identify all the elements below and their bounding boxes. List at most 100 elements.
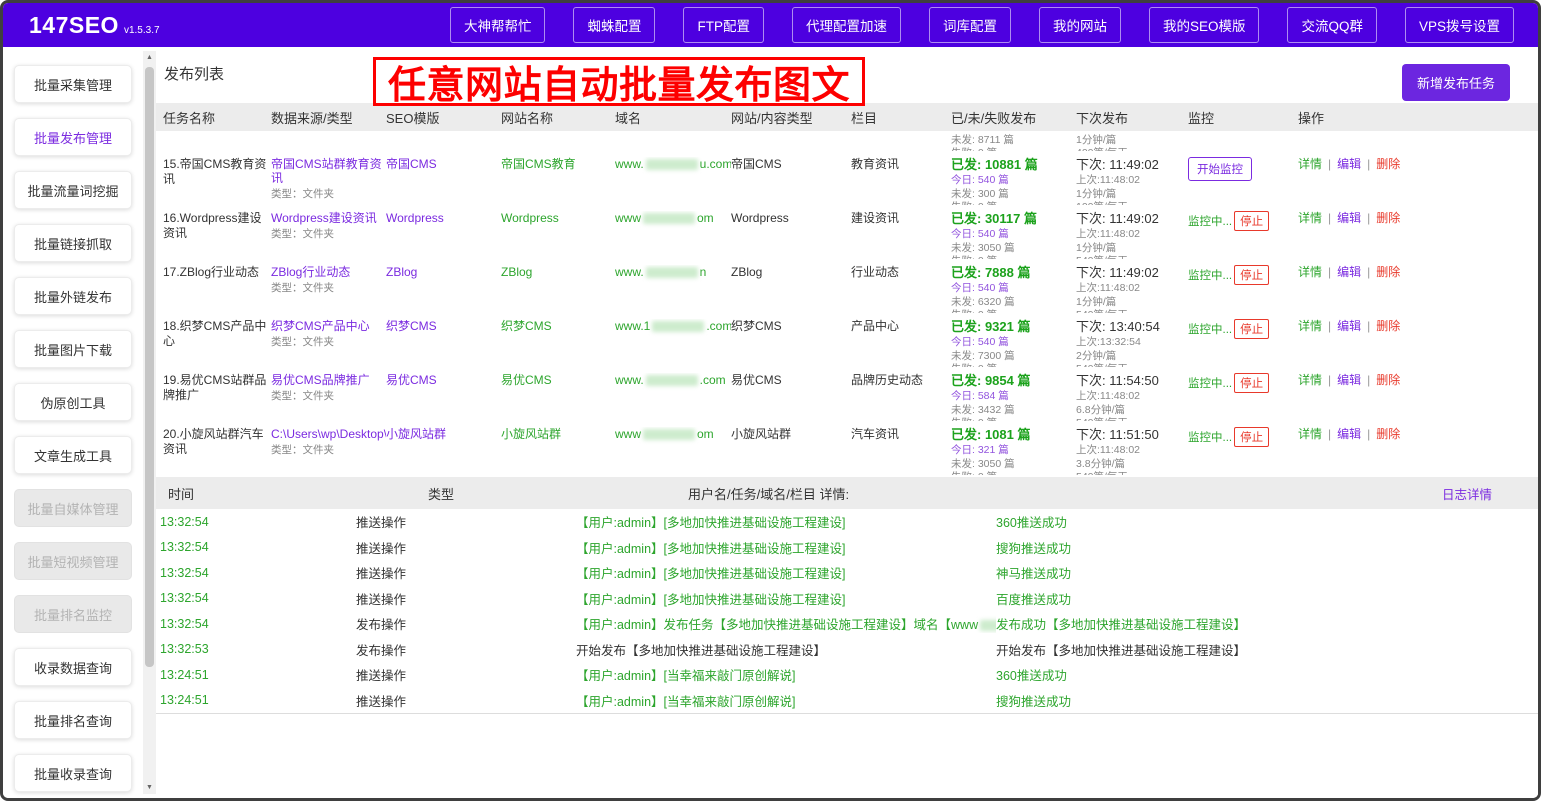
next-publish-time: 下次: 11:49:02 [1076, 157, 1188, 173]
sidebar-item[interactable]: 批量排名查询 [14, 701, 132, 739]
task-template[interactable]: 织梦CMS [386, 319, 501, 367]
sidebar-item[interactable]: 文章生成工具 [14, 436, 132, 474]
unpublished-count: 未发: 300 篇 [951, 188, 1076, 201]
log-detail-link[interactable]: 日志详情 [1442, 484, 1492, 503]
stop-monitor-button[interactable]: 停止 [1234, 427, 1269, 447]
edit-link[interactable]: 编辑 [1337, 157, 1361, 171]
edit-link[interactable]: 编辑 [1337, 265, 1361, 279]
nav-item[interactable]: 交流QQ群 [1287, 7, 1377, 43]
scroll-down-icon[interactable]: ▼ [143, 781, 156, 794]
log-result: 发布成功【多地加快推进基础设施工程建设】 [996, 614, 1538, 633]
task-template[interactable]: 小旋风站群 [386, 427, 501, 475]
delete-link[interactable]: 删除 [1376, 373, 1400, 387]
next-publish-time: 下次: 11:49:02 [1076, 265, 1188, 281]
stop-monitor-button[interactable]: 停止 [1234, 373, 1269, 393]
nav-item[interactable]: FTP配置 [683, 7, 764, 43]
delete-link[interactable]: 删除 [1376, 157, 1400, 171]
task-source[interactable]: 织梦CMS产品中心 [271, 319, 386, 333]
sidebar-item[interactable]: 批量外链发布 [14, 277, 132, 315]
log-detail-pre: 【用户:admin】[多地加快推进基础设施工程建设] [576, 516, 845, 530]
task-category: 建设资讯 [851, 211, 951, 259]
today-count: 今日: 321 篇 [951, 444, 1076, 457]
task-domain: www.n [615, 265, 731, 313]
edit-link[interactable]: 编辑 [1337, 373, 1361, 387]
separator: | [1367, 211, 1370, 225]
detail-link[interactable]: 详情 [1298, 319, 1322, 333]
add-task-button[interactable]: 新增发布任务 [1402, 64, 1510, 101]
log-result: 神马推送成功 [996, 563, 1538, 582]
scrollbar-thumb[interactable] [145, 67, 154, 667]
sidebar-item[interactable]: 批量收录查询 [14, 754, 132, 792]
detail-link[interactable]: 详情 [1298, 211, 1322, 225]
daily-quota: 540篇/每天 [1076, 417, 1188, 421]
last-publish-time: 上次:11:48:02 [1076, 282, 1188, 295]
task-template[interactable]: Wordpress [386, 211, 501, 259]
delete-link[interactable]: 删除 [1376, 265, 1400, 279]
sidebar-item[interactable]: 伪原创工具 [14, 383, 132, 421]
scroll-up-icon[interactable]: ▲ [143, 51, 156, 64]
today-count: 今日: 540 篇 [951, 336, 1076, 349]
log-detail-pre: 【用户:admin】[当幸福来敲门原创解说] [576, 695, 795, 709]
detail-link[interactable]: 详情 [1298, 157, 1322, 171]
sidebar-item[interactable]: 批量自媒体管理 [14, 489, 132, 527]
task-site-type: Wordpress [731, 211, 851, 259]
sidebar-item[interactable]: 批量发布管理 [14, 118, 132, 156]
promo-banner: 任意网站自动批量发布图文 [373, 57, 865, 106]
separator: | [1328, 157, 1331, 171]
log-row: 13:32:54 推送操作 【用户:admin】[多地加快推进基础设施工程建设]… [156, 535, 1538, 561]
task-category: 产品中心 [851, 319, 951, 367]
detail-link[interactable]: 详情 [1298, 373, 1322, 387]
log-detail: 【用户:admin】[当幸福来敲门原创解说] [576, 691, 996, 710]
delete-link[interactable]: 删除 [1376, 427, 1400, 441]
delete-link[interactable]: 删除 [1376, 319, 1400, 333]
nav-item[interactable]: 代理配置加速 [792, 7, 901, 43]
log-time: 13:32:54 [160, 515, 356, 529]
task-source[interactable]: Wordpress建设资讯 [271, 211, 386, 225]
domain-prefix: www. [615, 157, 644, 171]
sidebar-item[interactable]: 批量排名监控 [14, 595, 132, 633]
log-detail: 【用户:admin】[多地加快推进基础设施工程建设] [576, 538, 996, 557]
sidebar-item[interactable]: 收录数据查询 [14, 648, 132, 686]
task-site-name: 小旋风站群 [501, 427, 615, 475]
delete-link[interactable]: 删除 [1376, 211, 1400, 225]
domain-redacted [643, 429, 695, 440]
log-domain-redacted [980, 620, 996, 631]
edit-link[interactable]: 编辑 [1337, 427, 1361, 441]
sidebar-item[interactable]: 批量采集管理 [14, 65, 132, 103]
stop-monitor-button[interactable]: 停止 [1234, 211, 1269, 231]
nav-item[interactable]: 我的SEO模版 [1149, 7, 1260, 43]
sidebar-item[interactable]: 批量流量词挖掘 [14, 171, 132, 209]
next-publish-time: 下次: 11:49:02 [1076, 211, 1188, 227]
start-monitor-button[interactable]: 开始监控 [1188, 157, 1252, 181]
nav-item[interactable]: 词库配置 [929, 7, 1011, 43]
sidebar-item[interactable]: 批量链接抓取 [14, 224, 132, 262]
task-template[interactable]: ZBlog [386, 265, 501, 313]
task-source[interactable]: 帝国CMS站群教育资讯 [271, 157, 386, 185]
log-result: 搜狗推送成功 [996, 538, 1538, 557]
stop-monitor-button[interactable]: 停止 [1234, 319, 1269, 339]
log-header: 时间 类型 用户名/任务/域名/栏目 详情: 日志详情 [156, 477, 1538, 509]
sidebar-scrollbar[interactable]: ▲ ▼ [143, 51, 156, 794]
stop-monitor-button[interactable]: 停止 [1234, 265, 1269, 285]
log-row: 13:32:54 推送操作 【用户:admin】[多地加快推进基础设施工程建设]… [156, 509, 1538, 535]
domain-suffix: .com [706, 319, 731, 333]
nav-item[interactable]: VPS拨号设置 [1405, 7, 1514, 43]
detail-link[interactable]: 详情 [1298, 427, 1322, 441]
nav-item[interactable]: 我的网站 [1039, 7, 1121, 43]
task-source[interactable]: C:\Users\wp\Desktop\14 [271, 427, 386, 441]
main-area: 发布列表 任意网站自动批量发布图文 新增发布任务 任务名称 数据来源/类型 SE… [156, 47, 1538, 798]
task-template[interactable]: 帝国CMS [386, 157, 501, 205]
table-row-partial: 采/ 未发: 8711 篇 失败: 0 篇 1分钟/篇 400篇/每天 [156, 131, 1538, 151]
app-window: 147SEO v1.5.3.7 大神帮帮忙 蜘蛛配置 FTP配置 代理配置加速 … [0, 0, 1541, 801]
nav-item[interactable]: 蜘蛛配置 [573, 7, 655, 43]
sidebar-item[interactable]: 批量图片下载 [14, 330, 132, 368]
sidebar-item[interactable]: 批量短视频管理 [14, 542, 132, 580]
log-time: 13:32:54 [160, 617, 356, 631]
detail-link[interactable]: 详情 [1298, 265, 1322, 279]
task-source[interactable]: 易优CMS品牌推广 [271, 373, 386, 387]
task-template[interactable]: 易优CMS [386, 373, 501, 421]
nav-item[interactable]: 大神帮帮忙 [450, 7, 546, 43]
edit-link[interactable]: 编辑 [1337, 211, 1361, 225]
task-source[interactable]: ZBlog行业动态 [271, 265, 386, 279]
edit-link[interactable]: 编辑 [1337, 319, 1361, 333]
